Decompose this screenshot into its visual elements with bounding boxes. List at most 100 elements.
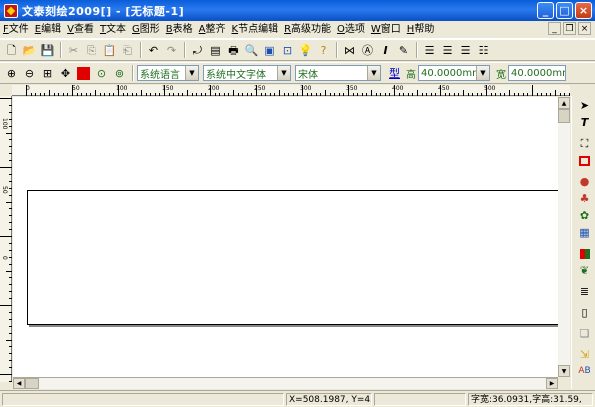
scroll-up-button[interactable]: ▲ bbox=[558, 97, 570, 109]
scroll-right-button[interactable]: ▶ bbox=[546, 378, 558, 389]
app-logo-icon[interactable] bbox=[4, 3, 18, 18]
tip-icon[interactable]: 💡 bbox=[297, 42, 314, 59]
scroll-down-button[interactable]: ▼ bbox=[558, 365, 570, 377]
width-label: 宽 bbox=[496, 69, 506, 81]
vertical-scrollbar[interactable]: ▲ ▼ bbox=[558, 97, 570, 377]
chevron-down-icon[interactable]: ▼ bbox=[476, 66, 489, 80]
help-icon[interactable]: ? bbox=[315, 42, 332, 59]
zoom-out-icon[interactable]: ⊖ bbox=[21, 65, 38, 82]
height-field[interactable]: 40.0000mm ▼ bbox=[418, 65, 490, 81]
node-edit-icon[interactable]: ⛶ bbox=[576, 136, 593, 151]
toolbar-separator bbox=[140, 42, 142, 58]
zoom-select-icon[interactable]: ⊞ bbox=[39, 65, 56, 82]
export-icon[interactable]: ⇲ bbox=[576, 347, 593, 362]
ruler-label: 0 bbox=[26, 85, 30, 92]
ruler-label: 350 bbox=[346, 85, 358, 92]
print-preview-icon[interactable]: ▤ bbox=[207, 42, 224, 59]
italic-icon[interactable]: I bbox=[377, 42, 394, 59]
text-frame-icon[interactable]: Ⓐ bbox=[359, 42, 376, 59]
page-icon[interactable]: ▯ bbox=[576, 305, 593, 320]
chevron-down-icon[interactable]: ▼ bbox=[185, 66, 198, 80]
vertical-ruler: 100 50 0 bbox=[0, 96, 12, 382]
red-color-icon[interactable] bbox=[75, 65, 92, 82]
font-category-select[interactable]: 系统中文字体 ▼ bbox=[203, 65, 291, 81]
preview-icon[interactable]: 🔍 bbox=[243, 42, 260, 59]
menu-text[interactable]: T文本 bbox=[97, 21, 129, 39]
frame-icon[interactable]: ⊡ bbox=[279, 42, 296, 59]
palette-icon[interactable] bbox=[576, 246, 593, 261]
align-right-icon[interactable]: ☰ bbox=[457, 42, 474, 59]
cut-icon[interactable]: ✂ bbox=[65, 42, 82, 59]
font-name-select[interactable]: 宋体 ▼ bbox=[295, 65, 381, 81]
menu-window[interactable]: W窗口 bbox=[368, 21, 404, 39]
ruler-label: 150 bbox=[162, 85, 174, 92]
doc-restore-button[interactable]: ❐ bbox=[563, 22, 576, 35]
language-select[interactable]: 系统语言 ▼ bbox=[137, 65, 199, 81]
zoom-in-icon[interactable]: ⊕ bbox=[3, 65, 20, 82]
pointer-icon[interactable]: ➤ bbox=[576, 98, 593, 113]
import-icon[interactable]: ⤾ bbox=[189, 42, 206, 59]
copy-icon[interactable]: ⎘ bbox=[83, 42, 100, 59]
pan-icon[interactable]: ✥ bbox=[57, 65, 74, 82]
doc-minimize-button[interactable]: _ bbox=[548, 22, 561, 35]
chevron-down-icon[interactable]: ▼ bbox=[277, 66, 290, 80]
toolbar-separator bbox=[60, 42, 62, 58]
fill-icon[interactable]: ▣ bbox=[261, 42, 278, 59]
text-fit-icon[interactable]: AB bbox=[576, 364, 593, 379]
zoom-page-icon[interactable]: ⊚ bbox=[111, 65, 128, 82]
cherries-icon[interactable]: ♣ bbox=[576, 191, 593, 206]
cursor-coordinates: X=508.1987, Y=435. bbox=[286, 393, 372, 406]
tool-palette: ➤ T ⛶ ● ♣ ✿ ▦ ❦ ≣ ▯ ❏ ⇲ AB bbox=[571, 96, 595, 389]
paste-special-icon[interactable]: ⎗ bbox=[119, 42, 136, 59]
menu-table[interactable]: B表格 bbox=[163, 21, 196, 39]
mix-icon[interactable]: ❦ bbox=[576, 263, 593, 278]
table-icon[interactable]: ▦ bbox=[576, 225, 593, 240]
menu-view[interactable]: V查看 bbox=[64, 21, 97, 39]
open-icon[interactable]: 📂 bbox=[21, 42, 38, 59]
pages-icon[interactable]: ❏ bbox=[576, 326, 593, 341]
ruler-label: 0 bbox=[1, 256, 8, 260]
redo-icon[interactable]: ↷ bbox=[163, 42, 180, 59]
minimize-button[interactable]: _ bbox=[537, 2, 554, 19]
justify-icon[interactable]: ☷ bbox=[475, 42, 492, 59]
type-label[interactable]: 型 bbox=[389, 65, 400, 81]
undo-icon[interactable]: ↶ bbox=[145, 42, 162, 59]
standard-toolbar: 🗋 📂 💾 ✂ ⎘ 📋 ⎗ ↶ ↷ ⤾ ▤ 🖶 🔍 ▣ ⊡ 💡 ? ⋈ Ⓐ I … bbox=[0, 39, 595, 61]
paste-icon[interactable]: 📋 bbox=[101, 42, 118, 59]
text-tool-icon[interactable]: T bbox=[576, 115, 593, 130]
drawing-canvas[interactable] bbox=[13, 97, 558, 377]
node-icon[interactable]: ⋈ bbox=[341, 42, 358, 59]
menu-advanced[interactable]: R高级功能 bbox=[281, 21, 334, 39]
menu-graphics[interactable]: G图形 bbox=[129, 21, 163, 39]
status-empty bbox=[374, 393, 466, 406]
scroll-left-button[interactable]: ◀ bbox=[13, 378, 25, 389]
menu-help[interactable]: H帮助 bbox=[404, 21, 438, 39]
menu-edit[interactable]: E编辑 bbox=[32, 21, 64, 39]
menu-node-edit[interactable]: K节点编辑 bbox=[229, 21, 282, 39]
menu-file[interactable]: F文件 bbox=[0, 21, 32, 39]
ruler-label: 300 bbox=[300, 85, 312, 92]
print-icon[interactable]: 🖶 bbox=[225, 42, 242, 59]
new-icon[interactable]: 🗋 bbox=[3, 42, 20, 59]
horizontal-scrollbar[interactable]: ◀ ▶ bbox=[13, 377, 558, 389]
color-icon[interactable]: ● bbox=[576, 174, 593, 189]
ruler-label: 450 bbox=[438, 85, 450, 92]
close-button[interactable]: × bbox=[575, 2, 592, 19]
list-icon[interactable]: ≣ bbox=[576, 284, 593, 299]
shape-icon[interactable]: ✿ bbox=[576, 208, 593, 223]
scroll-thumb[interactable] bbox=[558, 109, 570, 123]
rectangle-icon[interactable] bbox=[576, 153, 593, 168]
doc-close-button[interactable]: × bbox=[578, 22, 591, 35]
rectangle-shape[interactable] bbox=[27, 190, 558, 325]
zoom-fit-icon[interactable]: ⊙ bbox=[93, 65, 110, 82]
maximize-button[interactable]: □ bbox=[556, 2, 573, 19]
menu-options[interactable]: O选项 bbox=[334, 21, 368, 39]
menu-align[interactable]: A整齐 bbox=[196, 21, 229, 39]
width-field[interactable]: 40.0000mm bbox=[508, 65, 566, 81]
save-icon[interactable]: 💾 bbox=[39, 42, 56, 59]
chevron-down-icon[interactable]: ▼ bbox=[367, 66, 380, 80]
scroll-thumb[interactable] bbox=[25, 378, 39, 389]
align-center-icon[interactable]: ☰ bbox=[439, 42, 456, 59]
edit-box-icon[interactable]: ✎ bbox=[395, 42, 412, 59]
align-left-icon[interactable]: ☰ bbox=[421, 42, 438, 59]
